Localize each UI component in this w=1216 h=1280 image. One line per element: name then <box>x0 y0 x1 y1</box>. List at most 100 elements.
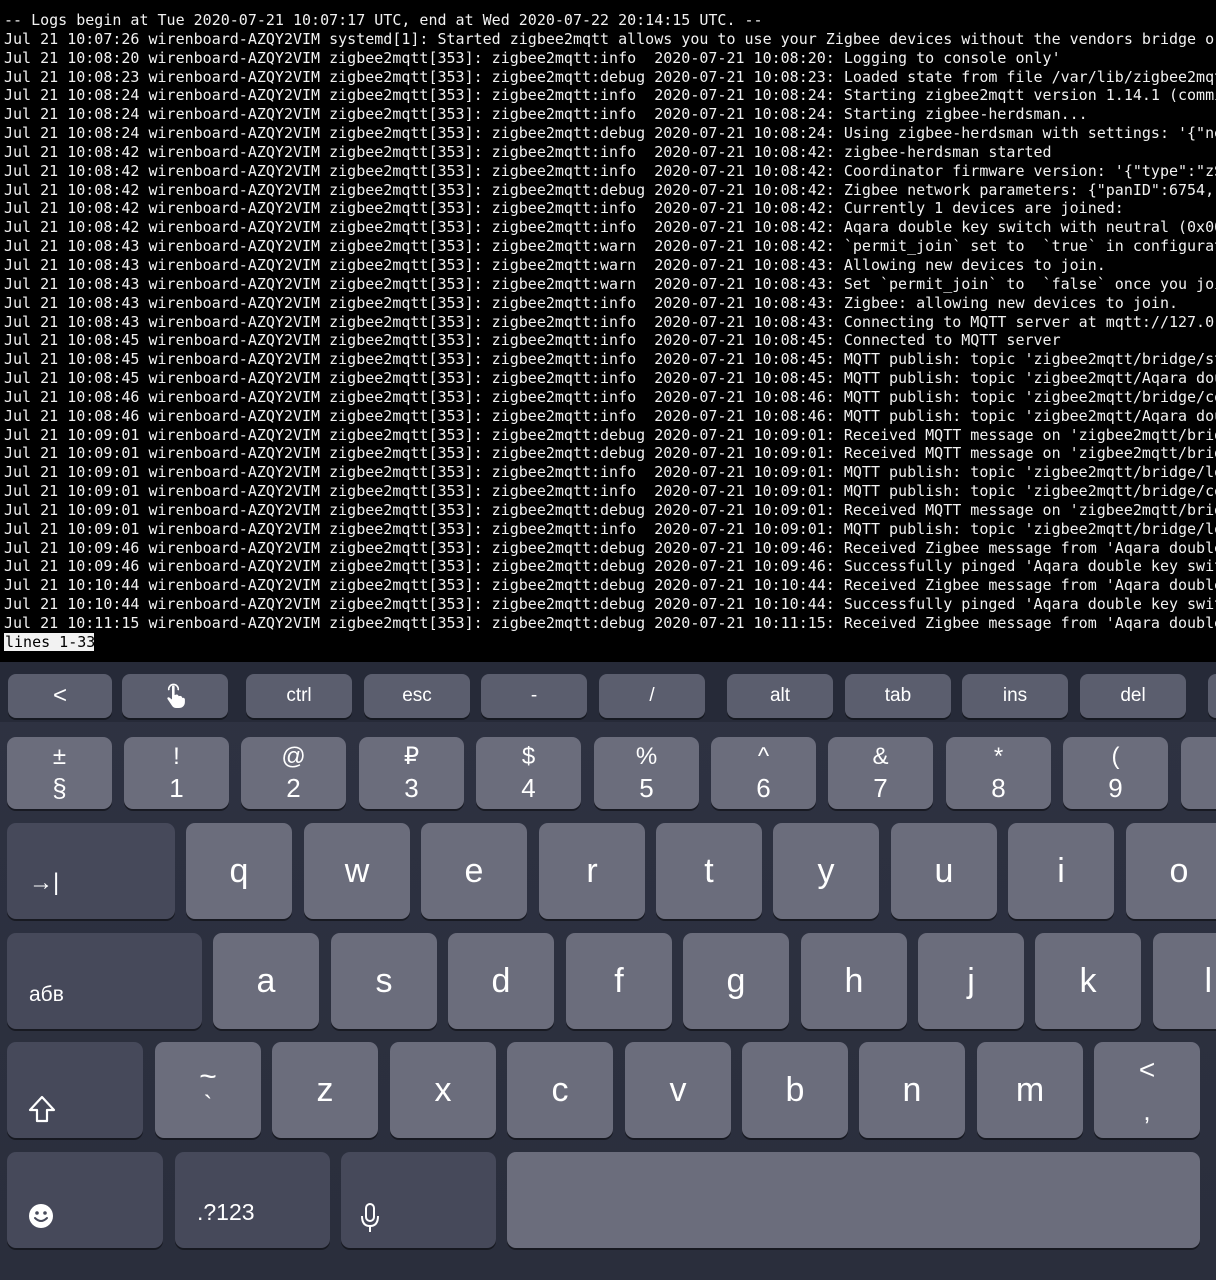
key-o[interactable]: o <box>1126 823 1216 919</box>
key-b[interactable]: b <box>742 1042 848 1138</box>
key-top: ₽ <box>403 743 420 770</box>
alt-key[interactable]: alt <box>727 674 833 718</box>
shift-key[interactable] <box>7 1042 143 1138</box>
key-comma[interactable]: <, <box>1094 1042 1200 1138</box>
log-line: Jul 21 10:09:01 wirenboard-AZQY2VIM zigb… <box>4 482 1216 501</box>
log-line: Jul 21 10:08:42 wirenboard-AZQY2VIM zigb… <box>4 142 1052 161</box>
back-button[interactable]: < <box>8 674 112 718</box>
key-9[interactable]: (9 <box>1063 737 1168 809</box>
key-j[interactable]: j <box>918 933 1024 1029</box>
tab-arrow-icon: →| <box>29 869 60 896</box>
key-u[interactable]: u <box>891 823 997 919</box>
dash-key[interactable]: - <box>481 674 587 718</box>
key-r[interactable]: r <box>539 823 645 919</box>
emoji-key[interactable] <box>7 1152 163 1248</box>
key-bottom: 8 <box>991 773 1006 803</box>
key-bottom: ` <box>203 1090 213 1120</box>
log-line: Jul 21 10:08:24 wirenboard-AZQY2VIM zigb… <box>4 124 1216 143</box>
log-line: Jul 21 10:07:26 wirenboard-AZQY2VIM syst… <box>4 29 1216 48</box>
key-bottom: § <box>52 773 67 803</box>
key-top: * <box>993 743 1004 770</box>
key-w[interactable]: w <box>304 823 410 919</box>
key-i[interactable]: i <box>1008 823 1114 919</box>
touch-mode-button[interactable] <box>122 674 228 718</box>
log-line: Jul 21 10:08:42 wirenboard-AZQY2VIM zigb… <box>4 199 1124 218</box>
key-l[interactable]: l <box>1153 933 1216 1029</box>
key-y[interactable]: y <box>773 823 879 919</box>
key-f[interactable]: f <box>566 933 672 1029</box>
key-top: ± <box>52 743 67 770</box>
terminal-output[interactable]: -- Logs begin at Tue 2020-07-21 10:07:17… <box>0 0 1216 662</box>
log-line: Jul 21 10:08:45 wirenboard-AZQY2VIM zigb… <box>4 331 1061 350</box>
key-0-partial[interactable] <box>1181 737 1216 809</box>
key-backtick[interactable]: ~ ` <box>155 1042 261 1138</box>
log-line: Jul 21 10:08:46 wirenboard-AZQY2VIM zigb… <box>4 406 1216 425</box>
numbers-mode-label: .?123 <box>197 1199 255 1225</box>
tab-key[interactable]: →| <box>7 823 175 919</box>
key-v[interactable]: v <box>625 1042 731 1138</box>
key-z[interactable]: z <box>272 1042 378 1138</box>
log-line: Jul 21 10:08:46 wirenboard-AZQY2VIM zigb… <box>4 387 1216 406</box>
key-c[interactable]: c <box>507 1042 613 1138</box>
key-bottom: 3 <box>404 773 419 803</box>
key-8[interactable]: * 8 <box>946 737 1051 809</box>
key-3[interactable]: ₽3 <box>359 737 464 809</box>
log-line: Jul 21 10:08:23 wirenboard-AZQY2VIM zigb… <box>4 67 1216 86</box>
log-line: Jul 21 10:08:42 wirenboard-AZQY2VIM zigb… <box>4 180 1216 199</box>
key-n[interactable]: n <box>859 1042 965 1138</box>
key-e[interactable]: e <box>421 823 527 919</box>
key-q[interactable]: q <box>186 823 292 919</box>
log-line: Jul 21 10:08:42 wirenboard-AZQY2VIM zigb… <box>4 161 1216 180</box>
tab-shortcut-key[interactable]: tab <box>845 674 951 718</box>
key-g[interactable]: g <box>683 933 789 1029</box>
key-bottom: 9 <box>1108 773 1123 803</box>
log-line: Jul 21 10:08:43 wirenboard-AZQY2VIM zigb… <box>4 312 1216 331</box>
esc-key[interactable]: esc <box>364 674 470 718</box>
key-a[interactable]: a <box>213 933 319 1029</box>
ins-key[interactable]: ins <box>962 674 1068 718</box>
log-line: Jul 21 10:08:24 wirenboard-AZQY2VIM zigb… <box>4 86 1216 105</box>
key-1[interactable]: ! 1 <box>124 737 229 809</box>
log-text: -- Logs begin at Tue 2020-07-21 10:07:17… <box>4 11 1216 633</box>
key-5[interactable]: % 5 <box>594 737 699 809</box>
key-6[interactable]: ^ 6 <box>711 737 816 809</box>
log-line: Jul 21 10:09:01 wirenboard-AZQY2VIM zigb… <box>4 463 1216 482</box>
key-bottom: , <box>1143 1096 1151 1126</box>
key-bottom: 6 <box>756 773 771 803</box>
log-line: Jul 21 10:08:43 wirenboard-AZQY2VIM zigb… <box>4 237 1216 256</box>
text-cursor <box>94 633 103 651</box>
key-m[interactable]: m <box>977 1042 1083 1138</box>
key-d[interactable]: d <box>448 933 554 1029</box>
key-top: @ <box>281 743 306 770</box>
key-top: & <box>872 743 889 770</box>
key-top: ^ <box>757 743 770 770</box>
key-t[interactable]: t <box>656 823 762 919</box>
del-key[interactable]: del <box>1080 674 1186 718</box>
dictation-key[interactable] <box>341 1152 496 1248</box>
language-key[interactable]: абв <box>7 933 202 1029</box>
key-bottom: 7 <box>873 773 888 803</box>
log-line: Jul 21 10:08:20 wirenboard-AZQY2VIM zigb… <box>4 48 1061 67</box>
slash-key[interactable]: / <box>599 674 705 718</box>
key-x[interactable]: x <box>390 1042 496 1138</box>
log-line: Jul 21 10:08:43 wirenboard-AZQY2VIM zigb… <box>4 293 1178 312</box>
log-line: Jul 21 10:08:42 wirenboard-AZQY2VIM zigb… <box>4 218 1216 237</box>
key-h[interactable]: h <box>801 933 907 1029</box>
shift-arrow-icon <box>28 1095 56 1123</box>
space-bar[interactable] <box>507 1152 1200 1248</box>
key-k[interactable]: k <box>1035 933 1141 1029</box>
log-line: Jul 21 10:09:01 wirenboard-AZQY2VIM zigb… <box>4 519 1216 538</box>
log-line: -- Logs begin at Tue 2020-07-21 10:07:17… <box>4 11 763 29</box>
key-7[interactable]: & 7 <box>828 737 933 809</box>
key-4[interactable]: $4 <box>476 737 581 809</box>
log-line: Jul 21 10:09:01 wirenboard-AZQY2VIM zigb… <box>4 425 1216 444</box>
key-top: ( <box>1111 743 1120 770</box>
numbers-mode-key[interactable]: .?123 <box>175 1152 330 1248</box>
key-bottom: 5 <box>639 773 654 803</box>
key-s[interactable]: s <box>331 933 437 1029</box>
key-section[interactable]: ± § <box>7 737 112 809</box>
more-toolbar-key[interactable] <box>1208 674 1216 718</box>
ctrl-key[interactable]: ctrl <box>246 674 352 718</box>
key-2[interactable]: @2 <box>241 737 346 809</box>
log-line: Jul 21 10:10:44 wirenboard-AZQY2VIM zigb… <box>4 595 1216 614</box>
